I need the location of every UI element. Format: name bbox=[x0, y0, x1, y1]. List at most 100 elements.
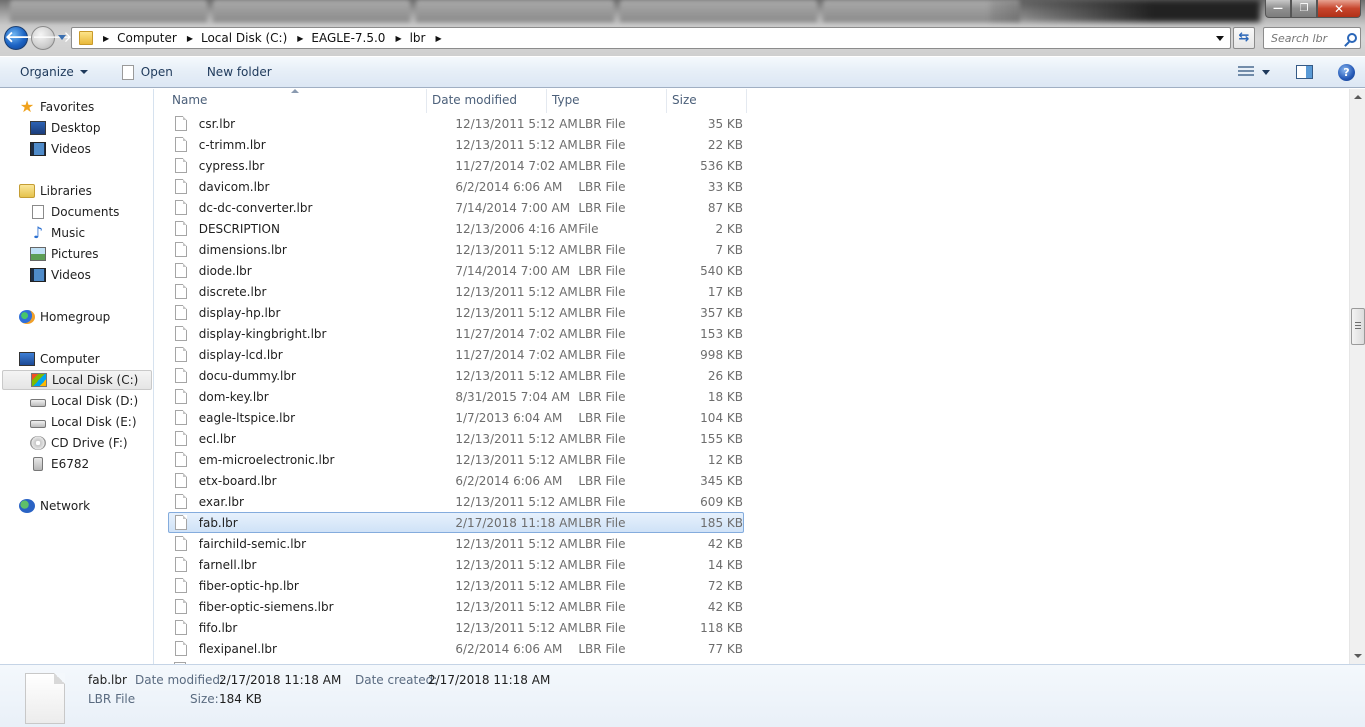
chevron-right-icon[interactable]: ▶ bbox=[103, 34, 109, 43]
file-type: LBR File bbox=[578, 431, 626, 446]
sidebar-item-desktop[interactable]: Desktop bbox=[30, 118, 101, 138]
chevron-right-icon[interactable]: ▶ bbox=[297, 34, 303, 43]
breadcrumb-local-disk-c[interactable]: Local Disk (C:) bbox=[201, 31, 287, 45]
breadcrumb-lbr[interactable]: lbr bbox=[410, 31, 426, 45]
chevron-right-icon[interactable]: ▶ bbox=[395, 34, 401, 43]
column-header-type[interactable]: Type bbox=[547, 89, 667, 113]
chevron-right-icon[interactable]: ▶ bbox=[187, 34, 193, 43]
file-row[interactable]: ecl.lbr 12/13/2011 5:12 AM LBR File 155 KB bbox=[168, 428, 744, 449]
column-header-size[interactable]: Size bbox=[667, 89, 747, 113]
organize-button[interactable]: Organize bbox=[18, 60, 90, 84]
column-header-date-modified[interactable]: Date modified bbox=[427, 89, 547, 113]
file-row[interactable]: dc-dc-converter.lbr 7/14/2014 7:00 AM LBR … bbox=[168, 197, 744, 218]
file-row[interactable]: eagle-ltspice.lbr 1/7/2013 6:04 AM LBR Fil… bbox=[168, 407, 744, 428]
search-input[interactable] bbox=[1271, 31, 1345, 45]
sidebar-label: Documents bbox=[51, 205, 120, 219]
sidebar-item-homegroup[interactable]: Homegroup bbox=[19, 307, 110, 327]
file-row[interactable]: fab.lbr 2/17/2018 11:18 AM LBR File 185 KB bbox=[168, 512, 744, 533]
sidebar-item-documents[interactable]: Documents bbox=[30, 202, 119, 222]
command-bar: Organize Open New folder ? bbox=[0, 56, 1365, 88]
sidebar-item-videos-library[interactable]: Videos bbox=[30, 265, 91, 285]
file-row[interactable]: DESCRIPTION 12/13/2006 4:16 AM File 2 KB bbox=[168, 218, 744, 239]
file-name: ecl.lbr bbox=[198, 431, 236, 446]
file-row[interactable]: diode.lbr 7/14/2014 7:00 AM LBR File 540 KB bbox=[168, 260, 744, 281]
sidebar-label: Local Disk (E:) bbox=[51, 415, 137, 429]
file-row[interactable]: farnell.lbr 12/13/2011 5:12 AM LBR File 14 … bbox=[168, 554, 744, 575]
file-row[interactable]: display-kingbright.lbr 11/27/2014 7:02 AM… bbox=[168, 323, 744, 344]
sidebar-item-computer[interactable]: Computer bbox=[19, 349, 100, 369]
help-icon[interactable]: ? bbox=[1338, 63, 1355, 81]
file-row[interactable]: flexipanel.lbr 6/2/2014 6:06 AM LBR File 77… bbox=[168, 638, 744, 659]
view-options-dropdown[interactable] bbox=[1262, 69, 1270, 75]
open-button[interactable]: Open bbox=[120, 60, 175, 84]
file-icon bbox=[121, 64, 134, 80]
change-view-icon[interactable] bbox=[1238, 66, 1254, 78]
forward-button[interactable]: 🡒 bbox=[31, 26, 72, 50]
file-row[interactable]: c-trimm.lbr 12/13/2011 5:12 AM LBR File 22 … bbox=[168, 134, 744, 155]
file-date-modified: 12/13/2011 5:12 AM bbox=[455, 305, 578, 320]
file-row[interactable]: display-hp.lbr 12/13/2011 5:12 AM LBR File… bbox=[168, 302, 744, 323]
file-row[interactable]: docu-dummy.lbr 12/13/2011 5:12 AM LBR File… bbox=[168, 365, 744, 386]
search-icon[interactable] bbox=[1347, 33, 1357, 43]
sidebar-item-local-disk-d[interactable]: Local Disk (D:) bbox=[30, 391, 138, 411]
scrollbar-thumb[interactable] bbox=[1351, 308, 1365, 345]
file-name: davicom.lbr bbox=[198, 179, 270, 194]
sidebar-item-favorites[interactable]: ★ Favorites bbox=[19, 97, 94, 117]
preview-pane-icon[interactable] bbox=[1296, 65, 1313, 79]
file-row[interactable]: exar.lbr 12/13/2011 5:12 AM LBR File 609 KB bbox=[168, 491, 744, 512]
sidebar-item-cd-drive[interactable]: CD Drive (F:) bbox=[30, 433, 128, 453]
search-box[interactable] bbox=[1263, 27, 1361, 49]
close-icon: ✕ bbox=[1333, 1, 1345, 16]
sidebar-item-network[interactable]: Network bbox=[19, 496, 90, 516]
file-row[interactable]: dom-key.lbr 8/31/2015 7:04 AM LBR File 18 K… bbox=[168, 386, 744, 407]
chevron-right-icon[interactable]: ▶ bbox=[435, 34, 441, 43]
address-bar[interactable]: ▶ Computer ▶ Local Disk (C:) ▶ EAGLE-7.5… bbox=[71, 27, 1231, 49]
file-type: LBR File bbox=[578, 578, 626, 593]
file-type: LBR File bbox=[578, 347, 626, 362]
file-icon bbox=[175, 305, 187, 320]
file-row[interactable]: dimensions.lbr 12/13/2011 5:12 AM LBR File… bbox=[168, 239, 744, 260]
file-date-modified: 12/13/2011 5:12 AM bbox=[455, 557, 578, 572]
breadcrumb-eagle[interactable]: EAGLE-7.5.0 bbox=[311, 31, 385, 45]
scroll-up-arrow-icon[interactable] bbox=[1354, 95, 1362, 99]
sidebar-item-music[interactable]: ♪ Music bbox=[30, 223, 85, 243]
close-button[interactable]: ✕ bbox=[1317, 0, 1361, 18]
sidebar-item-libraries[interactable]: Libraries bbox=[19, 181, 92, 201]
file-row[interactable]: fifo.lbr 12/13/2011 5:12 AM LBR File 118 KB bbox=[168, 617, 744, 638]
sidebar-item-pictures[interactable]: Pictures bbox=[30, 244, 99, 264]
file-row[interactable]: discrete.lbr 12/13/2011 5:12 AM LBR File 17… bbox=[168, 281, 744, 302]
chevron-down-icon bbox=[79, 70, 88, 74]
window-controls: — ❐ ✕ bbox=[1265, 0, 1361, 18]
file-row[interactable]: fairchild-semic.lbr 12/13/2011 5:12 AM LBR… bbox=[168, 533, 744, 554]
column-header-name[interactable]: Name bbox=[155, 89, 427, 113]
vertical-scrollbar[interactable] bbox=[1349, 89, 1365, 664]
minimize-button[interactable]: — bbox=[1265, 0, 1291, 18]
new-folder-button[interactable]: New folder bbox=[205, 60, 274, 84]
sidebar-item-e6782[interactable]: E6782 bbox=[30, 454, 89, 474]
address-history-dropdown[interactable] bbox=[1216, 36, 1224, 41]
scroll-down-arrow-icon[interactable] bbox=[1354, 654, 1362, 658]
file-row[interactable]: fiber-optic-siemens.lbr 12/13/2011 5:12 A… bbox=[168, 596, 744, 617]
file-row[interactable]: csr.lbr 12/13/2011 5:12 AM LBR File 35 KB bbox=[168, 113, 744, 134]
file-size: 33 KB bbox=[707, 179, 743, 194]
file-row[interactable]: fiber-optic-hp.lbr 12/13/2011 5:12 AM LBR … bbox=[168, 575, 744, 596]
sidebar-item-local-disk-c[interactable]: Local Disk (C:) bbox=[2, 370, 152, 390]
file-row[interactable]: display-lcd.lbr 11/27/2014 7:02 AM LBR Fil… bbox=[168, 344, 744, 365]
file-icon bbox=[175, 137, 187, 152]
file-row[interactable]: em-microelectronic.lbr 12/13/2011 5:12 AM… bbox=[168, 449, 744, 470]
sidebar-item-local-disk-e[interactable]: Local Disk (E:) bbox=[30, 412, 137, 432]
file-date-modified: 12/13/2011 5:12 AM bbox=[455, 578, 578, 593]
recent-pages-dropdown[interactable] bbox=[58, 35, 66, 40]
date-modified-value: 2/17/2018 11:18 AM bbox=[219, 673, 342, 687]
file-row[interactable]: etx-board.lbr 6/2/2014 6:06 AM LBR File 345… bbox=[168, 470, 744, 491]
back-button[interactable]: 🡐 bbox=[4, 26, 45, 50]
file-row[interactable]: davicom.lbr 6/2/2014 6:06 AM LBR File 33 KB bbox=[168, 176, 744, 197]
maximize-button[interactable]: ❐ bbox=[1291, 0, 1317, 18]
sidebar-item-videos-favorite[interactable]: Videos bbox=[30, 139, 91, 159]
breadcrumb-computer[interactable]: Computer bbox=[117, 31, 177, 45]
refresh-button[interactable]: ⇆ bbox=[1233, 27, 1255, 49]
file-row[interactable]: cypress.lbr 11/27/2014 7:02 AM LBR File 536… bbox=[168, 155, 744, 176]
file-icon bbox=[175, 221, 187, 236]
date-created-value: 2/17/2018 11:18 AM bbox=[428, 673, 551, 687]
sidebar-label: Local Disk (D:) bbox=[51, 394, 139, 408]
